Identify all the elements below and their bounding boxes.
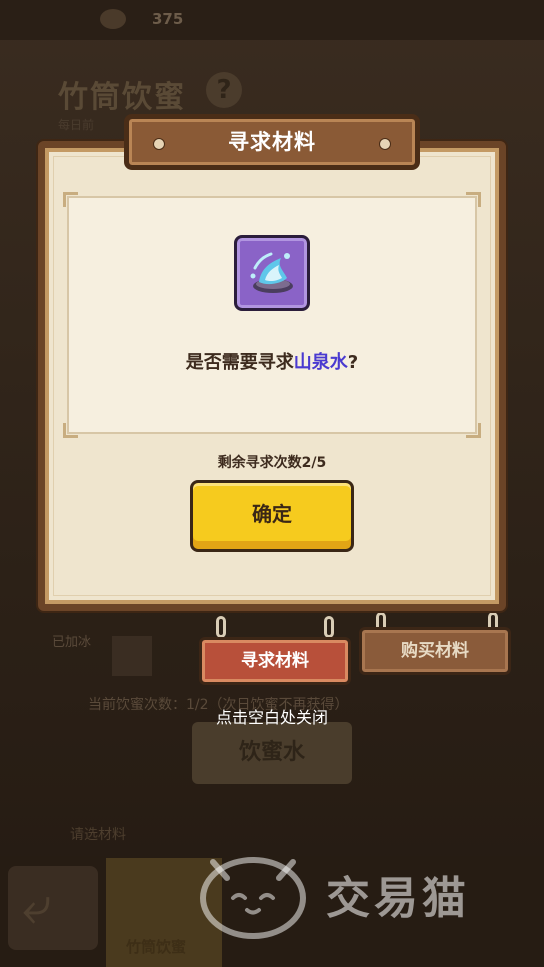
dialog-title-plate: 寻求材料 <box>124 114 420 170</box>
confirm-button-label: 确定 <box>252 502 292 526</box>
background-subtitle: 每日前 <box>58 118 95 132</box>
section-label: 请选材料 <box>70 827 126 843</box>
buy-material-tab[interactable]: 购买材料 <box>359 627 511 675</box>
buy-material-tab-label: 购买材料 <box>401 641 469 661</box>
currency-count: 375 <box>152 10 184 28</box>
back-arrow-icon: ⤶ <box>22 876 52 936</box>
seek-material-tab-label: 寻求材料 <box>241 651 309 671</box>
seek-question: 是否需要寻求山泉水? <box>67 348 477 374</box>
question-suffix: ? <box>347 352 359 373</box>
corner-ornament <box>63 192 78 207</box>
remaining-attempts: 剩余寻求次数2/5 <box>217 455 327 471</box>
dialog-content-box <box>63 192 481 438</box>
cat-logo-icon <box>200 857 306 939</box>
background-title: 竹筒饮蜜 <box>58 80 186 115</box>
ice-label: 已加冰 <box>52 635 92 650</box>
watermark-text: 交易猫 <box>326 873 470 924</box>
confirm-button[interactable]: 确定 <box>190 480 354 552</box>
currency-icon <box>100 9 126 29</box>
top-bar <box>0 0 544 40</box>
rope <box>324 616 334 638</box>
corner-ornament <box>466 423 481 438</box>
corner-ornament <box>466 192 481 207</box>
corner-ornament <box>63 423 78 438</box>
rope <box>216 616 226 638</box>
dialog-title: 寻求材料 <box>228 130 316 154</box>
bottom-tab-label: 竹筒饮蜜 <box>126 938 187 956</box>
drink-button-label: 饮蜜水 <box>238 740 305 765</box>
close-hint[interactable]: 点击空白处关闭 <box>0 704 544 728</box>
spring-water-icon <box>234 235 310 311</box>
help-icon[interactable]: ? <box>206 72 242 108</box>
ice-slot <box>112 636 152 676</box>
question-prefix: 是否需要寻求 <box>185 352 294 373</box>
seek-material-tab[interactable]: 寻求材料 <box>199 637 351 685</box>
item-name: 山泉水 <box>293 352 348 373</box>
